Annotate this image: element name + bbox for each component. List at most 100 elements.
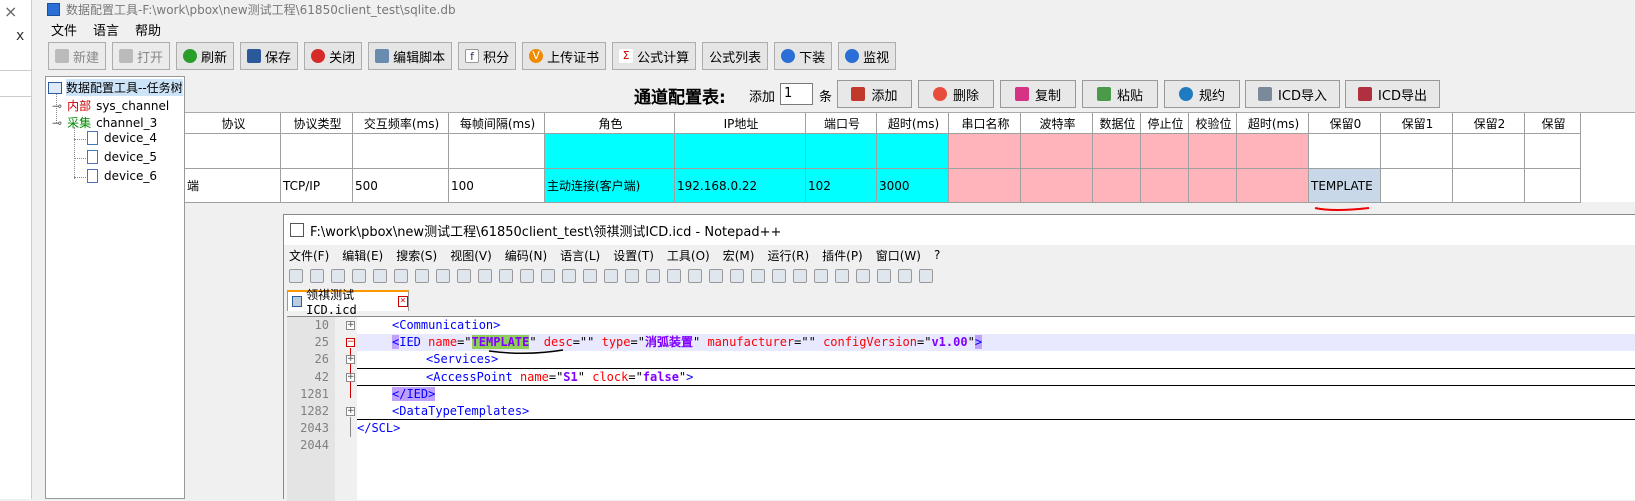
indent-guide-icon[interactable] [709, 269, 723, 283]
doc-map-icon[interactable] [751, 269, 765, 283]
table-cell[interactable] [1381, 169, 1453, 203]
menu-language[interactable]: 语言 [93, 20, 119, 39]
table-cell[interactable]: 500 [353, 169, 449, 203]
tree-item-device[interactable]: device_4 [87, 131, 157, 145]
save-macro-icon[interactable] [919, 269, 933, 283]
table-cell-empty[interactable] [281, 134, 353, 169]
stop-icon[interactable] [856, 269, 870, 283]
paste-row-button[interactable]: 粘贴 [1082, 80, 1158, 108]
table-cell[interactable] [1189, 169, 1237, 203]
table-cell-empty[interactable] [877, 134, 949, 169]
npp-menu-plugins[interactable]: 插件(P) [822, 247, 863, 264]
save-icon[interactable] [331, 269, 345, 283]
monitor-icon[interactable] [814, 269, 828, 283]
delete-row-button[interactable]: 删除 [918, 80, 994, 108]
save-button[interactable]: 保存 [240, 42, 299, 70]
table-cell[interactable] [1141, 169, 1189, 203]
npp-menu-help[interactable]: ? [934, 248, 940, 262]
cut-icon[interactable] [436, 269, 450, 283]
table-cell-empty[interactable] [449, 134, 545, 169]
open-button[interactable]: 打开 [112, 42, 171, 70]
table-cell[interactable] [1093, 169, 1141, 203]
folder-ws-icon[interactable] [793, 269, 807, 283]
npp-menu-edit[interactable]: 编辑(E) [342, 247, 383, 264]
table-cell[interactable]: 100 [449, 169, 545, 203]
monitor-button[interactable]: 监视 [838, 42, 897, 70]
menu-file[interactable]: 文件 [51, 20, 77, 39]
find-icon[interactable] [541, 269, 555, 283]
close-icon[interactable]: x [16, 28, 24, 44]
formula-calc-button[interactable]: Σ 公式计算 [612, 42, 697, 70]
save-all-icon[interactable] [352, 269, 366, 283]
replace-icon[interactable] [562, 269, 576, 283]
code-area[interactable]: <Communication> <IED name="TEMPLATE" des… [357, 317, 1635, 501]
npp-menu-settings[interactable]: 设置(T) [613, 247, 654, 264]
open-file-icon[interactable] [310, 269, 324, 283]
table-cell-empty[interactable] [806, 134, 877, 169]
table-cell-empty[interactable] [1189, 134, 1237, 169]
table-cell[interactable]: TEMPLATE [1309, 169, 1381, 203]
icd-import-button[interactable]: ICD导入 [1245, 80, 1340, 108]
integral-button[interactable]: f 积分 [458, 42, 517, 70]
new-file-icon[interactable] [289, 269, 303, 283]
copy-icon[interactable] [457, 269, 471, 283]
zoom-out-icon[interactable] [604, 269, 618, 283]
npp-menu-encoding[interactable]: 编码(N) [505, 247, 547, 264]
table-cell[interactable]: 3000 [877, 169, 949, 203]
table-cell[interactable] [1237, 169, 1309, 203]
npp-menu-file[interactable]: 文件(F) [289, 247, 329, 264]
table-cell-empty[interactable] [1141, 134, 1189, 169]
paste-icon[interactable] [478, 269, 492, 283]
upload-cert-button[interactable]: V 上传证书 [522, 42, 607, 70]
edit-script-button[interactable]: 编辑脚本 [368, 42, 453, 70]
close-button[interactable]: 关闭 [304, 42, 363, 70]
protocol-button[interactable]: 规约 [1164, 80, 1240, 108]
npp-menu-tools[interactable]: 工具(O) [667, 247, 710, 264]
formula-list-button[interactable]: 公式列表 [702, 42, 769, 70]
fold-expand-icon[interactable]: + [346, 407, 355, 416]
zoom-in-icon[interactable] [583, 269, 597, 283]
file-tab[interactable]: 领祺测试ICD.icd × [287, 288, 409, 317]
table-cell[interactable] [1453, 169, 1525, 203]
add-count-input[interactable]: 1 [780, 83, 813, 105]
tree-item-device[interactable]: device_6 [87, 169, 157, 183]
record-icon[interactable] [835, 269, 849, 283]
fold-expand-icon[interactable]: + [346, 373, 355, 382]
close-icon[interactable] [373, 269, 387, 283]
copy-row-button[interactable]: 复制 [1000, 80, 1076, 108]
close-icon[interactable]: × [397, 296, 408, 307]
close-icon[interactable]: × [4, 2, 17, 21]
fold-expand-icon[interactable]: + [346, 321, 355, 330]
npp-menu-window[interactable]: 窗口(W) [876, 247, 921, 264]
udl-icon[interactable] [730, 269, 744, 283]
all-chars-icon[interactable] [688, 269, 702, 283]
table-cell-empty[interactable] [1453, 134, 1525, 169]
print-icon[interactable] [415, 269, 429, 283]
table-cell-empty[interactable] [675, 134, 806, 169]
table-cell[interactable] [1525, 169, 1581, 203]
add-row-button[interactable]: 添加 [837, 80, 912, 108]
tree-item-collect[interactable]: ⊸ 采集 channel_3 [52, 114, 157, 131]
tree-item-internal[interactable]: ⊸ 内部 sys_channel [52, 97, 169, 114]
table-cell[interactable]: 主动连接(客户端) [545, 169, 675, 203]
fold-expand-icon[interactable]: + [346, 355, 355, 364]
run-multi-icon[interactable] [898, 269, 912, 283]
table-cell[interactable] [1021, 169, 1093, 203]
undo-icon[interactable] [499, 269, 513, 283]
table-cell[interactable]: 192.168.0.22 [675, 169, 806, 203]
new-button[interactable]: 新建 [48, 42, 107, 70]
table-cell-empty[interactable] [949, 134, 1021, 169]
close-all-icon[interactable] [394, 269, 408, 283]
refresh-button[interactable]: 刷新 [176, 42, 235, 70]
download-button[interactable]: 下装 [774, 42, 833, 70]
icd-export-button[interactable]: ICD导出 [1345, 80, 1440, 108]
redo-icon[interactable] [520, 269, 534, 283]
npp-menu-language[interactable]: 语言(L) [560, 247, 600, 264]
play-icon[interactable] [877, 269, 891, 283]
table-cell[interactable]: 端 [185, 169, 281, 203]
table-cell-empty[interactable] [1237, 134, 1309, 169]
sync-h-icon[interactable] [646, 269, 660, 283]
table-cell-empty[interactable] [353, 134, 449, 169]
table-cell-empty[interactable] [1381, 134, 1453, 169]
sync-v-icon[interactable] [625, 269, 639, 283]
